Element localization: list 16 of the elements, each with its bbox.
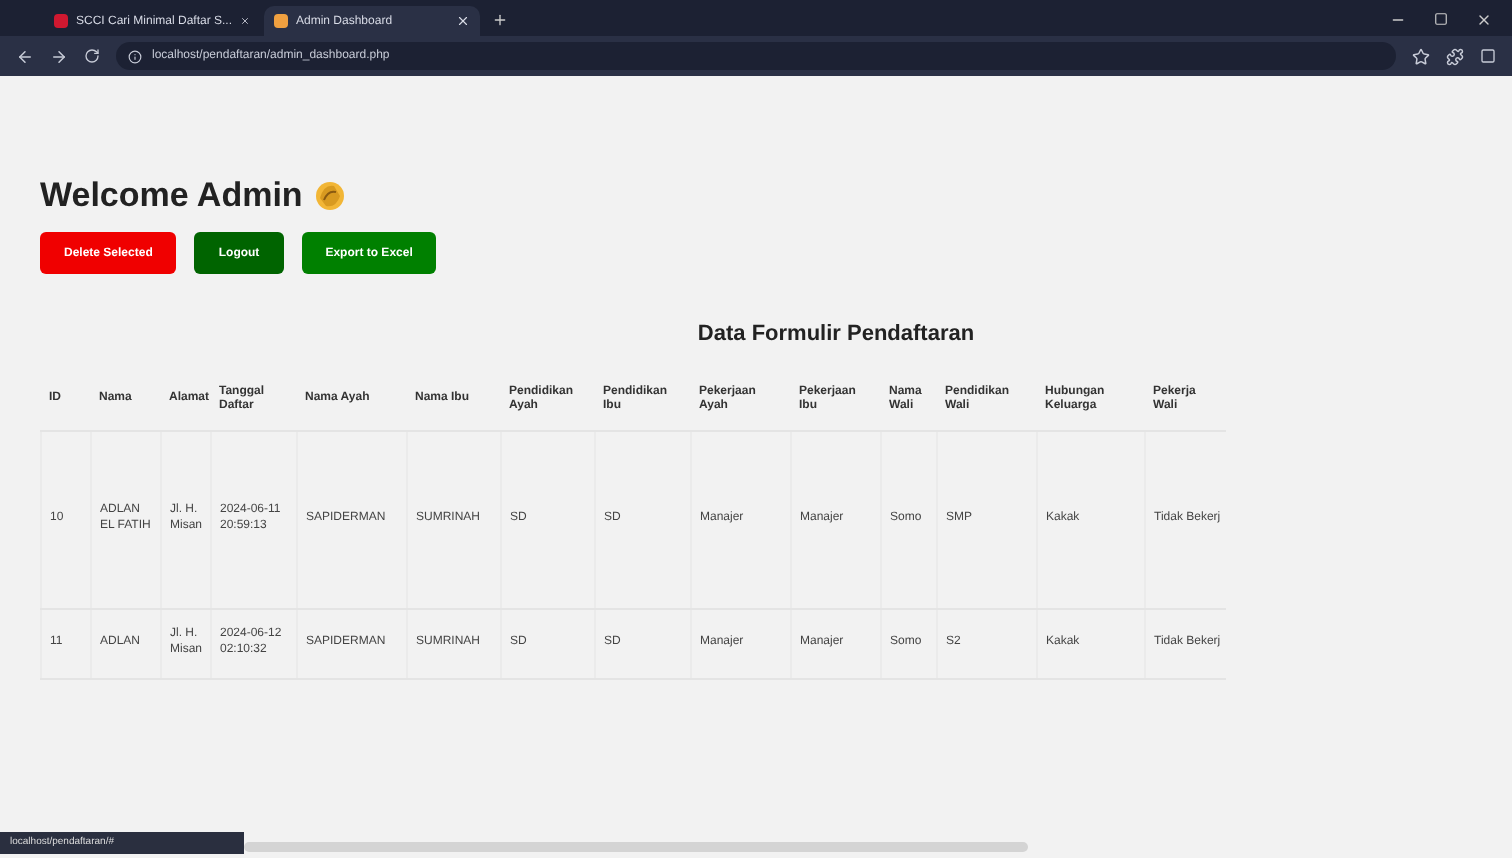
close-icon[interactable]: [456, 14, 470, 28]
close-icon[interactable]: [1476, 12, 1492, 28]
back-icon[interactable]: [16, 47, 34, 65]
forward-icon[interactable]: [50, 47, 68, 65]
reload-icon[interactable]: [84, 48, 100, 64]
scrollbar[interactable]: [244, 842, 1028, 852]
profile-icon[interactable]: [1480, 48, 1496, 64]
star-icon[interactable]: [1412, 47, 1430, 65]
welcome-heading: Welcome Admin: [40, 176, 303, 216]
table-title: Data Formulir Pendaftaran: [695, 322, 977, 346]
maximize-icon[interactable]: [1434, 12, 1448, 26]
puzzle-icon[interactable]: [1446, 47, 1464, 65]
site-icon: [54, 14, 68, 28]
new-tab-icon[interactable]: [492, 12, 508, 28]
info-icon[interactable]: [128, 49, 142, 63]
site-icon: [274, 14, 288, 28]
